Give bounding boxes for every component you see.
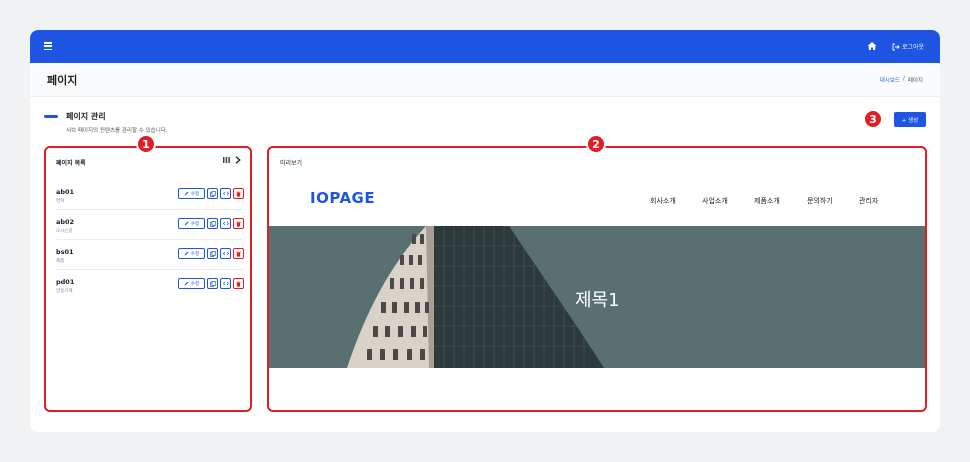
nav-business[interactable]: 사업소개 bbox=[702, 196, 728, 206]
delete-button[interactable] bbox=[233, 248, 244, 259]
pencil-icon bbox=[184, 191, 189, 196]
page-list-item[interactable]: pd01 양웅기계 수정 bbox=[56, 270, 244, 300]
copy-icon bbox=[209, 190, 216, 197]
copy-icon bbox=[209, 280, 216, 287]
list-icon[interactable] bbox=[223, 157, 230, 163]
annotation-badge-2: 2 bbox=[586, 134, 606, 154]
row-actions: 수정 bbox=[178, 188, 244, 199]
nav-contact[interactable]: 문의하기 bbox=[807, 196, 833, 206]
annotation-badge-1: 1 bbox=[136, 134, 156, 154]
page-name: 제품 bbox=[56, 259, 65, 264]
edit-button[interactable]: 수정 bbox=[178, 188, 205, 199]
code-button[interactable] bbox=[220, 248, 231, 259]
hero-title: 제목1 bbox=[575, 290, 620, 311]
page-name: 연혁 bbox=[56, 199, 65, 204]
nav-company[interactable]: 회사소개 bbox=[650, 196, 676, 206]
pencil-icon bbox=[184, 221, 189, 226]
menu-icon[interactable] bbox=[44, 42, 52, 51]
app-window: 로그아웃 페이지 대시보드 / 페이지 페이지 관리 서브 페이지의 컨텐츠를 … bbox=[30, 30, 940, 432]
pencil-icon bbox=[184, 281, 189, 286]
iopage-logo[interactable]: IOPAGE bbox=[310, 190, 382, 206]
code-icon bbox=[222, 251, 229, 256]
copy-button[interactable] bbox=[207, 248, 218, 259]
page-id: pd01 bbox=[56, 278, 75, 286]
edit-button[interactable]: 수정 bbox=[178, 278, 205, 289]
nav-admin[interactable]: 관리자 bbox=[859, 196, 878, 206]
trash-icon bbox=[236, 251, 241, 257]
page-list-panel: 페이지 목록 ab01 연혁 수정 ab02 오시는길 수정 bs01 제품 수… bbox=[44, 146, 252, 412]
page-id: bs01 bbox=[56, 248, 74, 256]
edit-label: 수정 bbox=[190, 221, 200, 227]
page-list-item[interactable]: ab02 오시는길 수정 bbox=[56, 210, 244, 240]
logout-icon bbox=[892, 43, 900, 50]
hero-banner: 제목1 bbox=[269, 226, 925, 368]
edit-button[interactable]: 수정 bbox=[178, 218, 205, 229]
delete-button[interactable] bbox=[233, 278, 244, 289]
copy-icon bbox=[209, 220, 216, 227]
edit-label: 수정 bbox=[190, 251, 200, 257]
trash-icon bbox=[236, 191, 241, 197]
trash-icon bbox=[236, 281, 241, 287]
edit-label: 수정 bbox=[190, 191, 200, 197]
chevron-right-icon[interactable] bbox=[235, 156, 241, 164]
edit-button[interactable]: 수정 bbox=[178, 248, 205, 259]
copy-button[interactable] bbox=[207, 218, 218, 229]
trash-icon bbox=[236, 221, 241, 227]
logo-text: IOPAGE bbox=[310, 190, 375, 206]
copy-button[interactable] bbox=[207, 188, 218, 199]
breadcrumb-dashboard-link[interactable]: 대시보드 bbox=[880, 76, 900, 84]
preview-panel: 미리보기 IOPAGE 회사소개 사업소개 제품소개 문의하기 관리자 제목1 bbox=[267, 146, 927, 412]
breadcrumb-separator: / bbox=[902, 76, 905, 82]
row-actions: 수정 bbox=[178, 248, 244, 259]
section-description: 서브 페이지의 컨텐츠를 관리할 수 있습니다. bbox=[66, 128, 168, 134]
edit-label: 수정 bbox=[190, 281, 200, 287]
page-id: ab01 bbox=[56, 188, 75, 196]
code-icon bbox=[222, 281, 229, 286]
annotation-badge-3: 3 bbox=[863, 109, 883, 129]
delete-button[interactable] bbox=[233, 188, 244, 199]
copy-icon bbox=[209, 250, 216, 257]
home-icon[interactable] bbox=[867, 41, 877, 51]
code-icon bbox=[222, 221, 229, 226]
delete-button[interactable] bbox=[233, 218, 244, 229]
preview-label: 미리보기 bbox=[280, 160, 303, 167]
row-actions: 수정 bbox=[178, 218, 244, 229]
code-button[interactable] bbox=[220, 188, 231, 199]
page-id: ab02 bbox=[56, 218, 75, 226]
section-title: 페이지 관리 bbox=[66, 112, 106, 121]
code-button[interactable] bbox=[220, 218, 231, 229]
breadcrumb: 대시보드 / 페이지 bbox=[880, 76, 923, 84]
breadcrumb-current: 페이지 bbox=[907, 78, 923, 84]
top-bar: 로그아웃 bbox=[30, 30, 940, 63]
page-list-title: 페이지 목록 bbox=[56, 160, 86, 167]
page-title: 페이지 bbox=[47, 74, 78, 87]
section-accent-bar bbox=[44, 115, 58, 118]
code-icon bbox=[222, 191, 229, 196]
nav-products[interactable]: 제품소개 bbox=[754, 196, 780, 206]
logout-button[interactable]: 로그아웃 bbox=[892, 40, 924, 53]
page-list-item[interactable]: ab01 연혁 수정 bbox=[56, 180, 244, 210]
row-actions: 수정 bbox=[178, 278, 244, 289]
logout-label: 로그아웃 bbox=[902, 44, 925, 51]
page-name: 양웅기계 bbox=[56, 289, 73, 294]
page-list-item[interactable]: bs01 제품 수정 bbox=[56, 240, 244, 270]
code-button[interactable] bbox=[220, 278, 231, 289]
pencil-icon bbox=[184, 251, 189, 256]
copy-button[interactable] bbox=[207, 278, 218, 289]
page-list-tools bbox=[223, 156, 241, 164]
create-button[interactable]: + 생성 bbox=[894, 112, 926, 127]
page-name: 오시는길 bbox=[56, 229, 73, 234]
page-header: 페이지 대시보드 / 페이지 bbox=[30, 63, 940, 97]
